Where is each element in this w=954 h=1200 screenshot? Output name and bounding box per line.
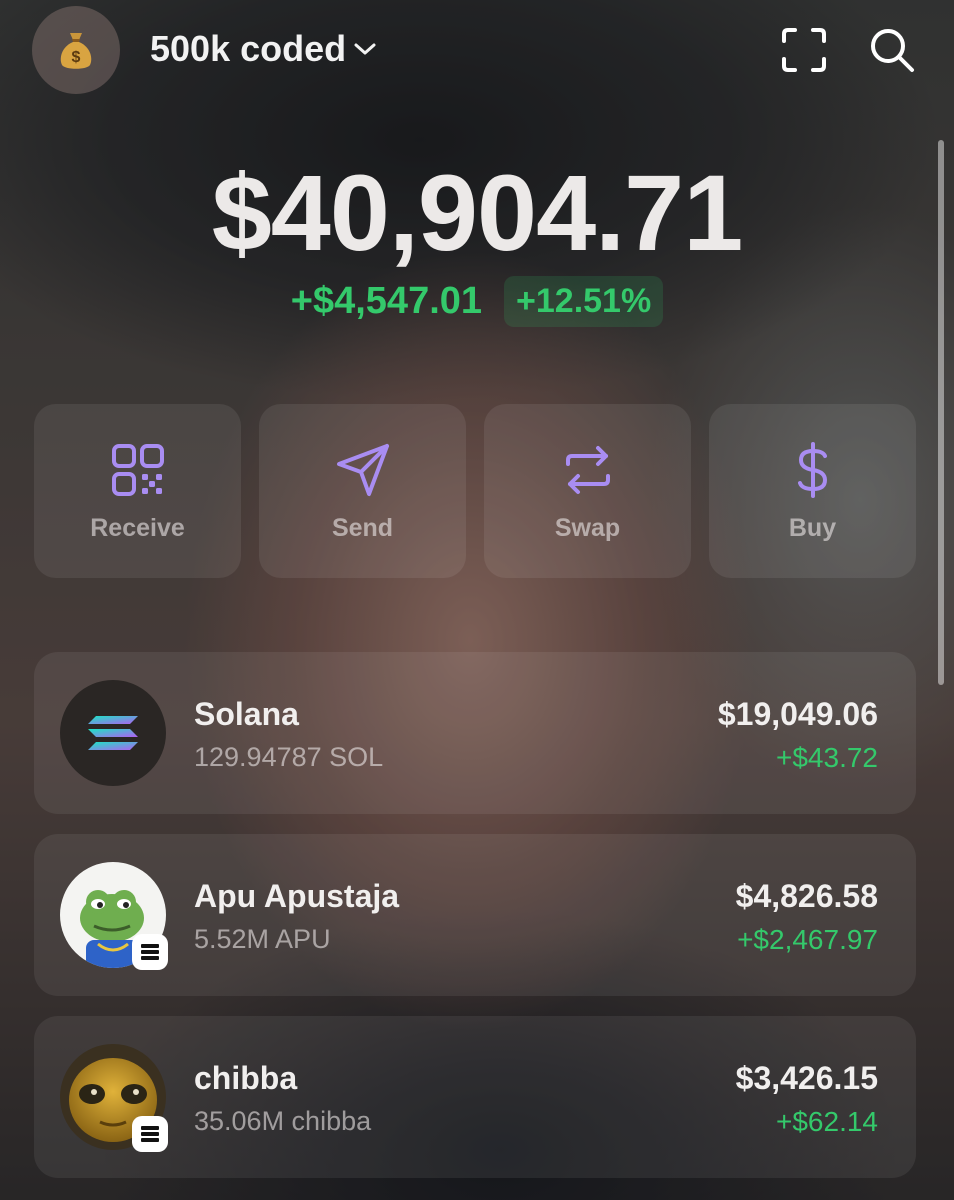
qr-code-icon xyxy=(111,443,164,496)
solana-logo xyxy=(60,680,166,786)
scan-icon[interactable] xyxy=(778,24,830,76)
token-amount: 129.94787 SOL xyxy=(194,742,384,772)
receive-label: Receive xyxy=(90,513,185,542)
header: $ 500k coded xyxy=(0,0,954,100)
token-amount: 35.06M chibba xyxy=(194,1106,372,1136)
token-name: Apu Apustaja xyxy=(194,878,400,914)
account-switcher[interactable]: 500k coded xyxy=(150,28,378,70)
solana-icon xyxy=(88,716,138,750)
dollar-icon xyxy=(797,441,827,498)
token-change: +$2,467.97 xyxy=(737,924,878,955)
solana-chain-badge xyxy=(132,934,168,970)
token-value: $4,826.58 xyxy=(735,878,878,914)
action-bar: Receive Send Swap Buy xyxy=(34,404,916,578)
money-bag-icon: $ xyxy=(60,33,92,69)
receive-button[interactable]: Receive xyxy=(34,404,241,578)
solana-chain-badge xyxy=(132,1116,168,1152)
token-row-chibba[interactable]: chibba 35.06M chibba $3,426.15 +$62.14 xyxy=(34,1016,916,1178)
token-row-apu[interactable]: Apu Apustaja 5.52M APU $4,826.58 +$2,467… xyxy=(34,834,916,996)
send-label: Send xyxy=(331,513,394,542)
svg-text:$: $ xyxy=(72,49,81,66)
wallet-screen: $ 500k coded $40,904.71 +$4,547.01 +12.5… xyxy=(0,0,954,1200)
token-name: Solana xyxy=(194,696,299,732)
solana-badge-icon xyxy=(141,1126,159,1142)
swap-button[interactable]: Swap xyxy=(484,404,691,578)
scrollbar[interactable] xyxy=(938,140,944,685)
solana-badge-icon xyxy=(141,944,159,960)
account-name: 500k coded xyxy=(150,28,347,69)
token-name: chibba xyxy=(194,1060,298,1096)
token-value: $3,426.15 xyxy=(735,1060,878,1096)
token-change: +$62.14 xyxy=(776,1106,878,1137)
swap-label: Swap xyxy=(554,513,621,542)
send-icon xyxy=(336,443,389,496)
total-balance: $40,904.71 xyxy=(211,152,744,273)
token-change: +$43.72 xyxy=(776,742,878,773)
send-button[interactable]: Send xyxy=(259,404,466,578)
search-icon[interactable] xyxy=(866,24,918,76)
balance-change-percent: +12.51% xyxy=(504,276,664,327)
balance-change-amount: +$4,547.01 xyxy=(290,280,483,322)
buy-button[interactable]: Buy xyxy=(709,404,916,578)
token-amount: 5.52M APU xyxy=(194,924,331,954)
buy-label: Buy xyxy=(788,513,837,542)
balance-change: +$4,547.01 +12.51% xyxy=(0,276,954,327)
account-avatar[interactable]: $ xyxy=(32,6,120,94)
token-value: $19,049.06 xyxy=(717,696,878,732)
swap-icon xyxy=(565,445,610,494)
chevron-down-icon xyxy=(354,43,376,55)
token-row-solana[interactable]: Solana 129.94787 SOL $19,049.06 +$43.72 xyxy=(34,652,916,814)
